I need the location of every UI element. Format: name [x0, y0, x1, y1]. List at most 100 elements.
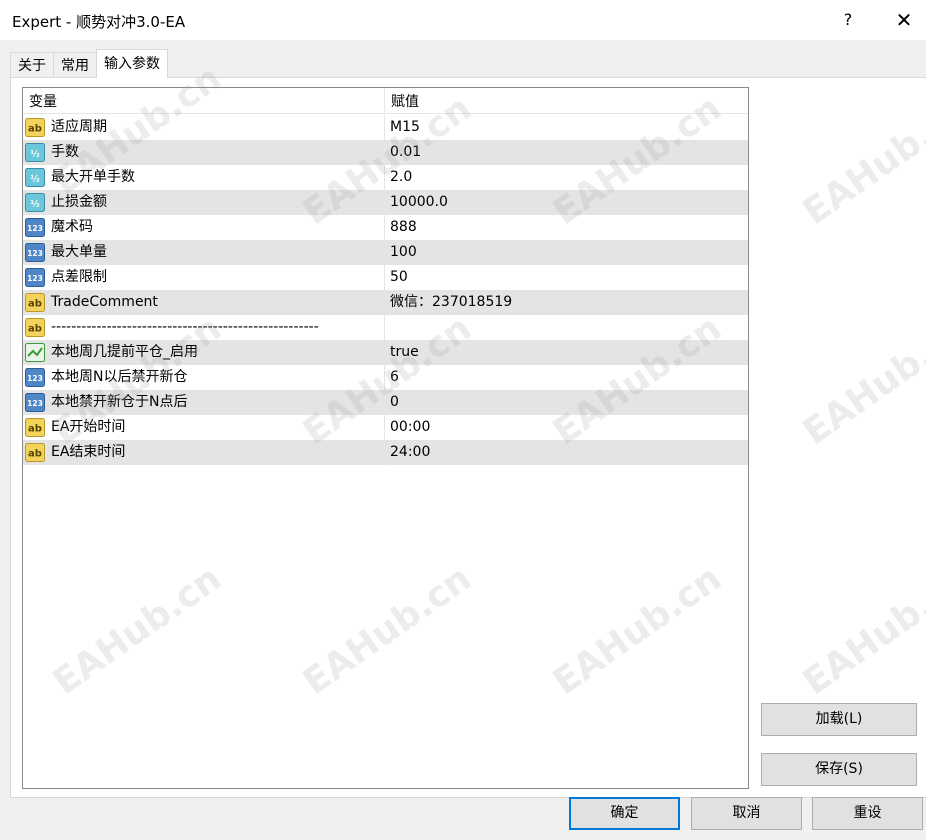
variable-name: EA开始时间	[51, 419, 126, 435]
variable-name: 本地周N以后禁开新仓	[51, 369, 188, 385]
value-cell[interactable]	[385, 315, 748, 340]
integer-type-icon: 123	[25, 218, 51, 237]
svg-text:½: ½	[30, 174, 39, 185]
table-row[interactable]: ½ 止损金额 10000.0	[23, 190, 748, 215]
integer-type-icon: 123	[25, 393, 51, 412]
value-cell[interactable]: 0	[385, 390, 748, 415]
string-type-icon: ab	[25, 443, 51, 462]
parameters-grid[interactable]: 变量 赋值 ab 适应周期 M15 ½ 手数 0.01 ½ 最大开单手数 2.0 ½ 止损金额 100…	[22, 87, 749, 789]
variable-cell[interactable]: 123 最大单量	[23, 240, 385, 265]
integer-type-icon: 123	[25, 243, 51, 262]
value-cell[interactable]: 6	[385, 365, 748, 390]
tab-strip: 关于 常用 输入参数	[10, 49, 168, 78]
variable-name: 本地周几提前平仓_启用	[51, 344, 198, 360]
table-row[interactable]: 123 最大单量 100	[23, 240, 748, 265]
table-row[interactable]: 123 点差限制 50	[23, 265, 748, 290]
save-button[interactable]: 保存(S)	[761, 753, 917, 786]
load-button[interactable]: 加载(L)	[761, 703, 917, 736]
double-type-icon: ½	[25, 143, 51, 162]
window-title: Expert - 顺势对冲3.0-EA	[12, 13, 186, 31]
variable-cell[interactable]: ab --------------------------------------…	[23, 315, 385, 340]
double-type-icon: ½	[25, 193, 51, 212]
variable-cell[interactable]: ½ 止损金额	[23, 190, 385, 215]
variable-cell[interactable]: 123 本地周N以后禁开新仓	[23, 365, 385, 390]
variable-cell[interactable]: ½ 手数	[23, 140, 385, 165]
variable-name: 止损金额	[51, 194, 107, 210]
variable-name: 最大开单手数	[51, 169, 135, 185]
variable-name: TradeComment	[51, 294, 158, 310]
table-row[interactable]: ab EA开始时间 00:00	[23, 415, 748, 440]
column-header-variable[interactable]: 变量	[23, 88, 385, 114]
reset-button[interactable]: 重设	[812, 797, 923, 830]
value-cell[interactable]: 100	[385, 240, 748, 265]
value-cell[interactable]: 0.01	[385, 140, 748, 165]
table-row[interactable]: ½ 最大开单手数 2.0	[23, 165, 748, 190]
table-row[interactable]: ab 适应周期 M15	[23, 115, 748, 140]
tab-about[interactable]: 关于	[10, 52, 54, 78]
variable-cell[interactable]: 123 本地禁开新仓于N点后	[23, 390, 385, 415]
svg-text:ab: ab	[28, 424, 42, 435]
title-bar: Expert - 顺势对冲3.0-EA ? ✕	[0, 0, 926, 40]
string-type-icon: ab	[25, 293, 51, 312]
variable-cell[interactable]: ab EA结束时间	[23, 440, 385, 465]
svg-text:½: ½	[30, 149, 39, 160]
close-button[interactable]: ✕	[892, 8, 916, 32]
table-row[interactable]: 123 本地禁开新仓于N点后 0	[23, 390, 748, 415]
table-row[interactable]: 本地周几提前平仓_启用 true	[23, 340, 748, 365]
svg-text:ab: ab	[28, 124, 42, 135]
variable-cell[interactable]: ab EA开始时间	[23, 415, 385, 440]
value-cell[interactable]: true	[385, 340, 748, 365]
svg-text:ab: ab	[28, 449, 42, 460]
value-cell[interactable]: 2.0	[385, 165, 748, 190]
variable-cell[interactable]: ab 适应周期	[23, 115, 385, 140]
double-type-icon: ½	[25, 168, 51, 187]
integer-type-icon: 123	[25, 368, 51, 387]
variable-cell[interactable]: 123 点差限制	[23, 265, 385, 290]
tab-inputs[interactable]: 输入参数	[96, 49, 168, 78]
value-cell[interactable]: 00:00	[385, 415, 748, 440]
variable-name: EA结束时间	[51, 444, 126, 460]
grid-header: 变量 赋值	[23, 88, 748, 114]
svg-text:ab: ab	[28, 299, 42, 310]
svg-text:123: 123	[27, 249, 43, 258]
variable-cell[interactable]: ab TradeComment	[23, 290, 385, 315]
value-cell[interactable]: 10000.0	[385, 190, 748, 215]
help-button[interactable]: ?	[836, 8, 860, 32]
variable-cell[interactable]: 123 魔术码	[23, 215, 385, 240]
svg-text:ab: ab	[28, 324, 42, 335]
table-row[interactable]: 123 魔术码 888	[23, 215, 748, 240]
value-cell[interactable]: 24:00	[385, 440, 748, 465]
string-type-icon: ab	[25, 118, 51, 137]
svg-text:123: 123	[27, 274, 43, 283]
variable-name: ----------------------------------------…	[51, 319, 319, 335]
cancel-button[interactable]: 取消	[691, 797, 802, 830]
table-row[interactable]: ab TradeComment 微信：237018519	[23, 290, 748, 315]
variable-name: 手数	[51, 144, 79, 160]
svg-text:123: 123	[27, 374, 43, 383]
svg-text:½: ½	[30, 199, 39, 210]
svg-text:123: 123	[27, 399, 43, 408]
table-row[interactable]: 123 本地周N以后禁开新仓 6	[23, 365, 748, 390]
string-type-icon: ab	[25, 318, 51, 337]
variable-cell[interactable]: ½ 最大开单手数	[23, 165, 385, 190]
string-type-icon: ab	[25, 418, 51, 437]
ok-button[interactable]: 确定	[569, 797, 680, 830]
table-row[interactable]: ab --------------------------------------…	[23, 315, 748, 340]
variable-name: 适应周期	[51, 119, 107, 135]
column-header-value[interactable]: 赋值	[385, 88, 748, 114]
variable-name: 本地禁开新仓于N点后	[51, 394, 188, 410]
value-cell[interactable]: 微信：237018519	[385, 290, 748, 315]
value-cell[interactable]: 50	[385, 265, 748, 290]
grid-rows: ab 适应周期 M15 ½ 手数 0.01 ½ 最大开单手数 2.0 ½ 止损金额 10000.0 12…	[23, 115, 748, 465]
value-cell[interactable]: M15	[385, 115, 748, 140]
variable-name: 魔术码	[51, 219, 93, 235]
svg-text:123: 123	[27, 224, 43, 233]
boolean-type-icon	[25, 343, 51, 362]
table-row[interactable]: ½ 手数 0.01	[23, 140, 748, 165]
value-cell[interactable]: 888	[385, 215, 748, 240]
integer-type-icon: 123	[25, 268, 51, 287]
variable-name: 点差限制	[51, 269, 107, 285]
table-row[interactable]: ab EA结束时间 24:00	[23, 440, 748, 465]
tab-common[interactable]: 常用	[53, 52, 97, 78]
variable-cell[interactable]: 本地周几提前平仓_启用	[23, 340, 385, 365]
